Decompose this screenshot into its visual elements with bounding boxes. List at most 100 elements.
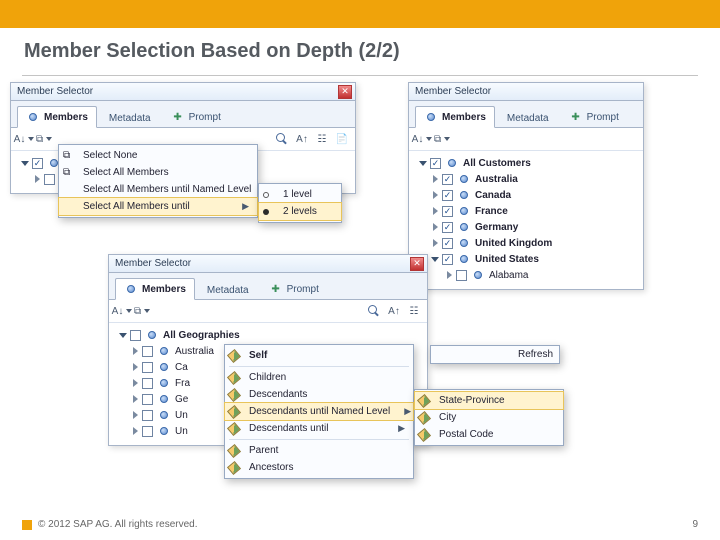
hierarchy-icon[interactable]: ☷	[315, 132, 329, 146]
tab-members[interactable]: Members	[17, 106, 97, 128]
filter-icon[interactable]: ⧉	[37, 132, 51, 146]
tab-metadata[interactable]: Metadata	[101, 110, 159, 127]
menu-item-children[interactable]: Children	[225, 369, 413, 386]
submenu-item-state-province[interactable]: State-Province	[415, 392, 563, 409]
expand-toggle[interactable]	[433, 207, 438, 215]
panel-title: Member Selector	[415, 86, 491, 97]
panel-c-toolbar: A↓ ⧉ A↑ ☷	[109, 300, 427, 323]
checkbox[interactable]	[44, 174, 55, 185]
submenu-label: 2 levels	[283, 206, 317, 217]
brand-square-icon	[22, 520, 32, 530]
expand-toggle[interactable]	[133, 411, 138, 419]
submenu-item-1-level[interactable]: 1 level	[259, 186, 341, 203]
expand-toggle[interactable]	[433, 191, 438, 199]
expand-toggle[interactable]	[133, 363, 138, 371]
checkbox[interactable]	[442, 190, 453, 201]
tab-members[interactable]: Members	[115, 278, 195, 300]
checkbox[interactable]	[442, 254, 453, 265]
sort-asc-icon[interactable]: A↑	[387, 304, 401, 318]
expand-toggle[interactable]	[21, 161, 29, 166]
hierarchy-icon[interactable]: ☷	[407, 304, 421, 318]
checkbox[interactable]	[456, 270, 467, 281]
expand-toggle[interactable]	[133, 427, 138, 435]
pencil-icon	[227, 404, 241, 418]
sort-icon[interactable]: A↓	[115, 304, 129, 318]
tab-metadata[interactable]: Metadata	[199, 282, 257, 299]
checkbox[interactable]	[142, 426, 153, 437]
refresh-button[interactable]: Refresh	[431, 346, 559, 363]
checkbox[interactable]	[130, 330, 141, 341]
menu-item-select-all[interactable]: ⧉Select All Members	[59, 164, 257, 181]
close-icon[interactable]: ✕	[410, 257, 424, 271]
sort-asc-icon[interactable]: A↑	[295, 132, 309, 146]
menu-item-descendants-until-level[interactable]: Descendants until Named Level▶	[225, 403, 413, 420]
page-icon[interactable]: 📄	[335, 132, 349, 146]
tree-item-label: Un	[175, 426, 188, 437]
expand-toggle[interactable]	[133, 347, 138, 355]
tab-metadata[interactable]: Metadata	[499, 110, 557, 127]
refresh-label: Refresh	[518, 349, 553, 360]
tab-label: Metadata	[507, 113, 549, 124]
checkbox[interactable]	[142, 378, 153, 389]
expand-toggle[interactable]	[419, 161, 427, 166]
expand-toggle[interactable]	[119, 333, 127, 338]
checkbox[interactable]	[442, 222, 453, 233]
expand-toggle[interactable]	[433, 239, 438, 247]
menu-item-label: Select All Members	[83, 167, 169, 178]
close-icon[interactable]: ✕	[338, 85, 352, 99]
search-icon[interactable]	[275, 132, 289, 146]
slide-footer: © 2012 SAP AG. All rights reserved. 9	[0, 513, 720, 540]
submenu-item-postal-code[interactable]: Postal Code	[415, 426, 563, 443]
tab-prompt[interactable]: ✚Prompt	[561, 107, 627, 127]
expand-toggle[interactable]	[133, 395, 138, 403]
radio-unselected-icon	[263, 192, 269, 198]
menu-item-label: Self	[249, 350, 267, 361]
slide-canvas: Member Selector ✕ Members Metadata ✚Prom…	[0, 76, 720, 486]
menu-item-select-until[interactable]: Select All Members until▶	[59, 198, 257, 215]
expand-toggle[interactable]	[433, 175, 438, 183]
expand-toggle[interactable]	[35, 175, 40, 183]
sort-icon[interactable]: A↓	[415, 132, 429, 146]
menu-item-label: Parent	[249, 445, 278, 456]
menu-item-select-none[interactable]: ⧉Select None	[59, 147, 257, 164]
tree-item-label: All Geographies	[163, 330, 240, 341]
search-icon[interactable]	[367, 304, 381, 318]
checkbox[interactable]	[442, 174, 453, 185]
checkbox[interactable]	[442, 206, 453, 217]
menu-item-descendants[interactable]: Descendants	[225, 386, 413, 403]
panel-c-tabs: Members Metadata ✚Prompt	[109, 273, 427, 300]
sort-icon[interactable]: A↓	[17, 132, 31, 146]
pencil-icon	[227, 421, 241, 435]
checkbox[interactable]	[32, 158, 43, 169]
tab-prompt[interactable]: ✚Prompt	[163, 107, 229, 127]
checkbox[interactable]	[430, 158, 441, 169]
expand-toggle[interactable]	[133, 379, 138, 387]
tab-prompt[interactable]: ✚Prompt	[261, 279, 327, 299]
chevron-right-icon: ▶	[242, 201, 249, 212]
checkbox[interactable]	[142, 410, 153, 421]
tree-item-label: All Customers	[463, 158, 531, 169]
filter-icon[interactable]: ⧉	[135, 304, 149, 318]
menu-item-self[interactable]: Self	[225, 347, 413, 364]
pencil-icon	[227, 387, 241, 401]
tab-members[interactable]: Members	[415, 106, 495, 128]
tree-item-label: United States	[475, 254, 539, 265]
submenu-item-2-levels[interactable]: 2 levels	[259, 203, 341, 220]
submenu-item-city[interactable]: City	[415, 409, 563, 426]
level-submenu: 1 level 2 levels	[258, 183, 342, 223]
menu-item-descendants-until[interactable]: Descendants until▶	[225, 420, 413, 437]
expand-toggle[interactable]	[433, 223, 438, 231]
tab-label: Members	[442, 112, 486, 123]
checkbox[interactable]	[142, 362, 153, 373]
menu-item-ancestors[interactable]: Ancestors	[225, 459, 413, 476]
checkbox[interactable]	[142, 346, 153, 357]
expand-toggle[interactable]	[447, 271, 452, 279]
menu-item-select-until-level[interactable]: Select All Members until Named Level▶	[59, 181, 257, 198]
checkbox[interactable]	[442, 238, 453, 249]
filter-icon[interactable]: ⧉	[435, 132, 449, 146]
tree-item-label: France	[475, 206, 508, 217]
panel-a-tabs: Members Metadata ✚Prompt	[11, 101, 355, 128]
checkbox[interactable]	[142, 394, 153, 405]
menu-item-parent[interactable]: Parent	[225, 442, 413, 459]
expand-toggle[interactable]	[431, 257, 439, 262]
